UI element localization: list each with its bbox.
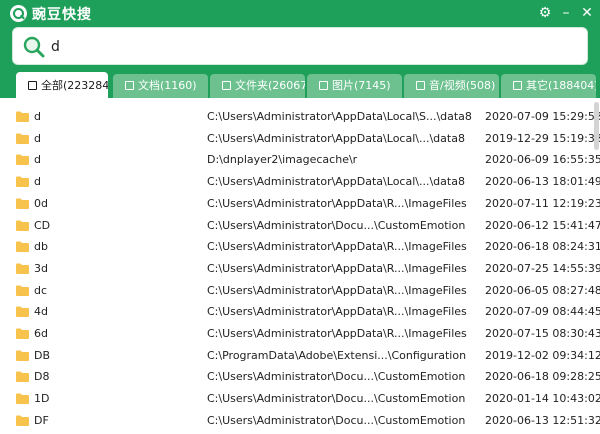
file-path: D:\dnplayer2\imagecache\r	[207, 153, 358, 167]
file-date: 2020-06-13 18:01:49	[485, 175, 600, 189]
file-path: C:\Users\Administrator\AppData\R...\Imag…	[207, 196, 467, 210]
folder-icon	[16, 198, 29, 209]
folder-icon	[222, 81, 231, 90]
list-item[interactable]: 6d C:\Users\Administrator\AppData\R...\I…	[0, 323, 600, 345]
vertical-scrollbar[interactable]	[594, 102, 599, 150]
file-path: C:\Users\Administrator\AppData\R...\Imag…	[207, 327, 467, 340]
file-date: 2020-06-18 09:28:25	[485, 370, 600, 384]
folder-icon	[16, 415, 29, 426]
folder-icon	[16, 393, 29, 405]
file-name: 3d	[34, 261, 48, 275]
file-name: d	[34, 131, 41, 145]
file-date: 2020-06-12 15:41:47	[485, 218, 600, 232]
file-name: CD	[34, 218, 51, 232]
file-date: 2020-06-09 16:55:35	[485, 153, 600, 167]
document-icon	[125, 81, 134, 90]
app-title: 豌豆快搜	[32, 7, 92, 23]
tab-all[interactable]: 全部(223284)	[16, 72, 108, 98]
tab-other[interactable]: 其它(188404)	[501, 74, 596, 98]
file-name: D8	[34, 370, 50, 384]
file-path: C:\Users\Administrator\Docu...\CustomEmo…	[207, 370, 466, 384]
list-item[interactable]: 1D C:\Users\Administrator\Docu...\Custom…	[0, 388, 600, 410]
file-name: 6d	[34, 327, 48, 340]
list-item[interactable]: D8 C:\Users\Administrator\Docu...\Custom…	[0, 366, 600, 388]
file-path: C:\Users\Administrator\AppData\Local\...…	[207, 175, 465, 189]
file-path: C:\Users\Administrator\Docu...\CustomEmo…	[207, 392, 466, 406]
list-item[interactable]: 3d C:\Users\Administrator\AppData\R...\I…	[0, 258, 600, 280]
folder-icon	[16, 350, 29, 361]
list-item[interactable]: 4d C:\Users\Administrator\AppData\R...\I…	[0, 301, 600, 323]
file-date: 2019-12-29 15:19:38	[485, 131, 600, 145]
media-icon	[416, 81, 425, 90]
list-item[interactable]: d C:\Users\Administrator\AppData\Local\.…	[0, 171, 600, 193]
file-name: d	[34, 153, 41, 167]
folder-icon	[16, 154, 29, 166]
list-item[interactable]: d D:\dnplayer2\imagecache\r 2020-06-09 1…	[0, 149, 600, 171]
file-path: C:\Users\Administrator\AppData\Local\S..…	[207, 110, 472, 123]
file-date: 2020-06-18 08:24:31	[485, 240, 600, 254]
list-item[interactable]: DB C:\ProgramData\Adobe\Extensi...\Confi…	[0, 345, 600, 367]
image-icon	[319, 81, 328, 90]
file-path: C:\Users\Administrator\AppData\Local\...…	[207, 131, 465, 145]
settings-gear-icon[interactable]: ⚙	[535, 3, 555, 23]
list-item[interactable]: dc C:\Users\Administrator\AppData\R...\I…	[0, 280, 600, 302]
tab-folders[interactable]: 文件夹(26067)	[210, 74, 305, 98]
file-date: 2020-07-25 14:55:39	[485, 261, 600, 275]
file-name: 0d	[34, 196, 48, 210]
list-item[interactable]: d C:\Users\Administrator\AppData\Local\S…	[0, 106, 600, 128]
file-date: 2020-07-11 12:19:23	[485, 196, 600, 210]
file-date: 2020-07-09 15:29:58	[485, 110, 600, 123]
other-icon	[513, 81, 522, 90]
search-icon	[23, 36, 45, 58]
file-name: DB	[34, 348, 51, 362]
file-date: 2020-06-05 08:27:48	[485, 283, 600, 297]
search-input[interactable]	[51, 36, 571, 58]
close-button[interactable]: ✕	[577, 3, 597, 23]
folder-icon	[16, 371, 29, 383]
file-name: 1D	[34, 392, 50, 406]
file-name: dc	[34, 283, 48, 297]
file-path: C:\Users\Administrator\AppData\R...\Imag…	[207, 240, 467, 254]
folder-icon	[16, 285, 29, 296]
tab-documents[interactable]: 文档(1160)	[113, 74, 208, 98]
file-name: 4d	[34, 305, 48, 319]
folder-icon	[16, 111, 29, 122]
tab-media[interactable]: 音/视频(508)	[404, 74, 499, 98]
file-date: 2020-07-09 08:44:45	[485, 305, 600, 319]
title-bar: 豌豆快搜 ⚙ – ✕	[0, 0, 600, 26]
folder-icon	[16, 328, 29, 339]
folder-icon	[16, 241, 29, 253]
file-name: d	[34, 110, 41, 123]
list-item[interactable]: db C:\Users\Administrator\AppData\R...\I…	[0, 236, 600, 258]
app-logo-icon	[10, 5, 27, 22]
file-date: 2020-01-14 10:43:02	[485, 392, 600, 406]
file-path: C:\Users\Administrator\AppData\R...\Imag…	[207, 261, 467, 275]
folder-icon	[16, 176, 29, 188]
list-item[interactable]: DF C:\Users\Administrator\Docu...\Custom…	[0, 410, 600, 432]
file-path: C:\Users\Administrator\Docu...\CustomEmo…	[207, 413, 466, 427]
file-path: C:\Users\Administrator\Docu...\CustomEmo…	[207, 218, 466, 232]
folder-icon	[16, 133, 29, 144]
file-date: 2019-12-02 09:34:12	[485, 348, 600, 362]
file-path: C:\ProgramData\Adobe\Extensi...\Configur…	[207, 348, 467, 362]
folder-icon	[16, 263, 29, 274]
file-name: DF	[34, 413, 49, 427]
file-path: C:\Users\Administrator\AppData\R...\Imag…	[207, 305, 467, 319]
file-name: d	[34, 175, 41, 189]
list-item[interactable]: d C:\Users\Administrator\AppData\Local\.…	[0, 128, 600, 150]
category-tabs: 全部(223284) 文档(1160) 文件夹(26067) 图片(7145) …	[0, 72, 600, 98]
list-item[interactable]: CD C:\Users\Administrator\Docu...\Custom…	[0, 215, 600, 237]
grid-icon	[28, 81, 37, 90]
file-date: 2020-06-13 12:51:32	[485, 413, 600, 427]
list-item[interactable]: 0d C:\Users\Administrator\AppData\R...\I…	[0, 193, 600, 215]
tab-images[interactable]: 图片(7145)	[307, 74, 402, 98]
folder-icon	[16, 220, 29, 231]
minimize-button[interactable]: –	[556, 3, 576, 23]
file-name: db	[34, 240, 48, 254]
folder-icon	[16, 306, 29, 318]
search-box	[12, 27, 588, 65]
file-date: 2020-07-15 08:30:43	[485, 327, 600, 340]
file-path: C:\Users\Administrator\AppData\R...\Imag…	[207, 283, 467, 297]
results-list: d C:\Users\Administrator\AppData\Local\S…	[0, 98, 600, 434]
